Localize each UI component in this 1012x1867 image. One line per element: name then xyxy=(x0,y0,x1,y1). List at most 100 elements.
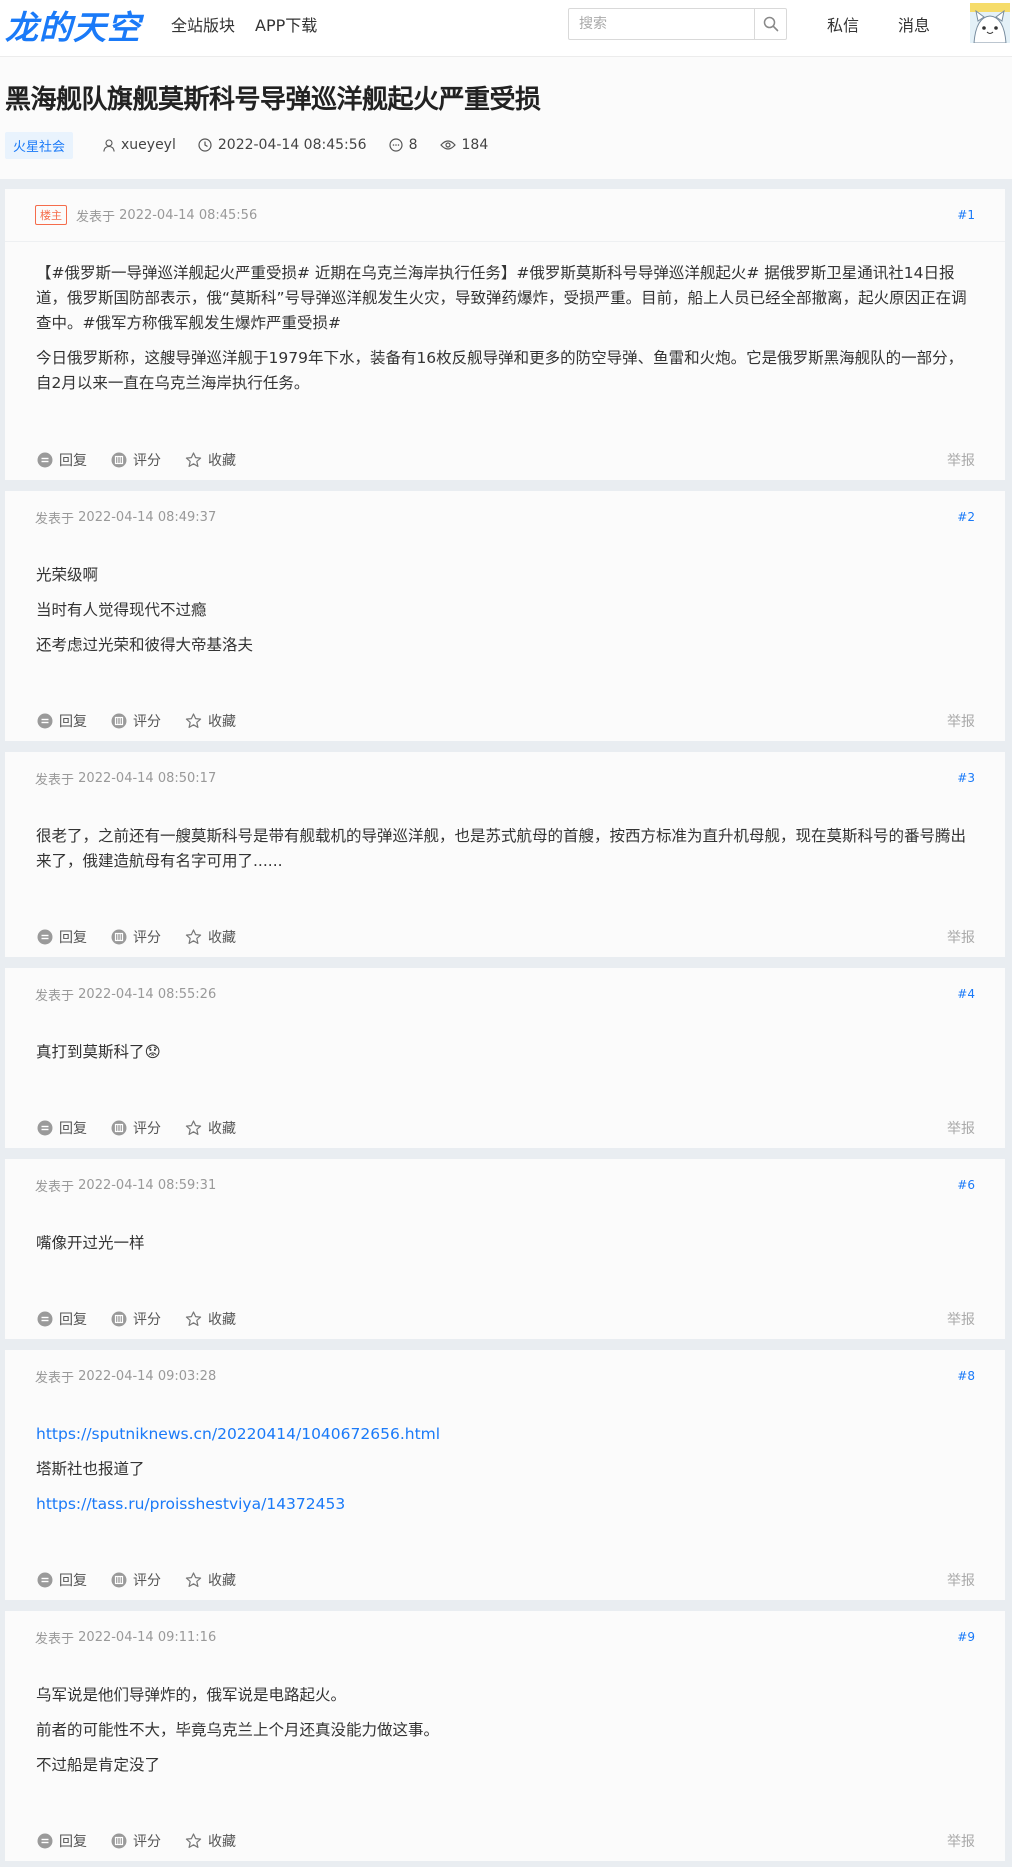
report-button[interactable]: 举报 xyxy=(947,450,975,470)
notifications-link[interactable]: 消息 xyxy=(898,12,930,36)
category-tag[interactable]: 火星社会 xyxy=(5,131,74,159)
star-icon xyxy=(185,452,202,467)
floor-number[interactable]: #8 xyxy=(957,1369,975,1383)
post-time: 2022-04-14 09:11:16 xyxy=(78,1629,217,1645)
rate-button[interactable]: 评分 xyxy=(111,1118,161,1138)
favorite-label: 收藏 xyxy=(208,930,236,946)
post-card: 楼主 发表于 2022-04-14 08:45:56 #1 【#俄罗斯一导弹巡洋舰起火… xyxy=(5,189,1005,480)
post-time-info: 2022-04-14 08:45:56 xyxy=(198,137,367,153)
favorite-button[interactable]: 收藏 xyxy=(185,1831,236,1851)
post-paragraph: 前者的可能性不大，毕竟乌克兰上个月还真没能力做这事。 xyxy=(36,1721,440,1739)
report-button[interactable]: 举报 xyxy=(947,1831,975,1851)
post-time-prefix: 发表于 xyxy=(35,511,75,527)
favorite-button[interactable]: 收藏 xyxy=(185,711,236,731)
reply-button[interactable]: 回复 xyxy=(37,927,87,947)
post-paragraph: 光荣级啊 xyxy=(36,566,99,584)
search-input[interactable] xyxy=(569,9,754,39)
search-button[interactable] xyxy=(754,9,786,39)
star-icon xyxy=(185,1311,202,1326)
post-header: 发表于 2022-04-14 08:55:26 #4 xyxy=(35,968,975,1020)
rate-button[interactable]: 评分 xyxy=(111,1570,161,1590)
reply-label: 回复 xyxy=(59,1573,87,1589)
rate-button[interactable]: 评分 xyxy=(111,927,161,947)
post-link[interactable]: https://tass.ru/proisshestviya/14372453 xyxy=(36,1495,345,1513)
post-content: 嘴像开过光一样 xyxy=(36,1231,975,1266)
comment-icon xyxy=(388,138,403,152)
rate-button[interactable]: 评分 xyxy=(111,711,161,731)
report-button[interactable]: 举报 xyxy=(947,1118,975,1138)
post-time-prefix: 发表于 xyxy=(35,772,75,788)
rate-button[interactable]: 评分 xyxy=(111,450,161,470)
reply-button[interactable]: 回复 xyxy=(37,1570,87,1590)
reply-label: 回复 xyxy=(59,1834,87,1850)
post-content: 【#俄罗斯一导弹巡洋舰起火严重受损# 近期在乌克兰海岸执行任务】#俄罗斯莫斯科号… xyxy=(36,261,975,406)
favorite-button[interactable]: 收藏 xyxy=(185,1570,236,1590)
favorite-button[interactable]: 收藏 xyxy=(185,927,236,947)
report-button[interactable]: 举报 xyxy=(947,927,975,947)
reply-button[interactable]: 回复 xyxy=(37,1118,87,1138)
reply-button[interactable]: 回复 xyxy=(37,1831,87,1851)
reply-icon xyxy=(37,1572,53,1588)
floor-number[interactable]: #9 xyxy=(957,1630,975,1644)
favorite-button[interactable]: 收藏 xyxy=(185,450,236,470)
rate-icon xyxy=(111,1120,127,1136)
star-icon xyxy=(185,929,202,944)
author-info[interactable]: xueyeyl xyxy=(103,137,176,153)
site-logo[interactable]: 龙的天空 xyxy=(5,1,141,49)
nav-app-download[interactable]: APP下载 xyxy=(255,12,317,36)
floor-number[interactable]: #2 xyxy=(957,510,975,524)
private-messages-link[interactable]: 私信 xyxy=(827,12,859,36)
star-icon xyxy=(185,1120,202,1135)
op-badge: 楼主 xyxy=(35,205,67,225)
reply-label: 回复 xyxy=(59,453,87,469)
post-card: 发表于 2022-04-14 09:03:28 #8 https://sputnik… xyxy=(5,1350,1005,1600)
favorite-button[interactable]: 收藏 xyxy=(185,1309,236,1329)
reply-button[interactable]: 回复 xyxy=(37,1309,87,1329)
post-time: 2022-04-14 08:45:56 xyxy=(119,207,258,223)
favorite-label: 收藏 xyxy=(208,453,236,469)
post-time-prefix: 发表于 xyxy=(35,988,75,1004)
favorite-button[interactable]: 收藏 xyxy=(185,1118,236,1138)
post-paragraph: https://tass.ru/proisshestviya/14372453 xyxy=(36,1492,975,1517)
post-header: 发表于 2022-04-14 08:50:17 #3 xyxy=(35,752,975,804)
post-paragraph: https://sputniknews.cn/20220414/10406726… xyxy=(36,1422,975,1447)
post-content: 很老了，之前还有一艘莫斯科号是带有舰载机的导弹巡洋舰，也是苏式航母的首艘，按西方… xyxy=(36,824,975,884)
post-card: 发表于 2022-04-14 08:55:26 #4 真打到莫斯科了😟 回复 评分 … xyxy=(5,968,1005,1148)
eye-icon xyxy=(439,140,456,150)
reply-icon xyxy=(37,1833,53,1849)
rate-icon xyxy=(111,1311,127,1327)
rate-icon xyxy=(111,1572,127,1588)
reply-button[interactable]: 回复 xyxy=(37,450,87,470)
floor-number[interactable]: #6 xyxy=(957,1178,975,1192)
reply-label: 回复 xyxy=(59,1121,87,1137)
post-paragraph: 真打到莫斯科了😟 xyxy=(36,1043,161,1061)
reply-button[interactable]: 回复 xyxy=(37,711,87,731)
reply-icon xyxy=(37,452,53,468)
post-header: 楼主 发表于 2022-04-14 08:45:56 #1 xyxy=(35,189,975,241)
report-button[interactable]: 举报 xyxy=(947,711,975,731)
report-button[interactable]: 举报 xyxy=(947,1309,975,1329)
thread-header: 黑海舰队旗舰莫斯科号导弹巡洋舰起火严重受损 火星社会 xueyeyl 2022-… xyxy=(0,57,1012,179)
report-button[interactable]: 举报 xyxy=(947,1570,975,1590)
search-icon xyxy=(763,16,778,32)
floor-number[interactable]: #3 xyxy=(957,771,975,785)
floor-number[interactable]: #1 xyxy=(957,208,975,222)
user-avatar[interactable] xyxy=(970,3,1010,43)
rate-label: 评分 xyxy=(133,1834,161,1850)
floor-number[interactable]: #4 xyxy=(957,987,975,1001)
post-time: 2022-04-14 08:50:17 xyxy=(78,770,217,786)
post-link[interactable]: https://sputniknews.cn/20220414/10406726… xyxy=(36,1425,440,1443)
post-time: 2022-04-14 08:59:31 xyxy=(78,1177,217,1193)
rate-button[interactable]: 评分 xyxy=(111,1831,161,1851)
rate-button[interactable]: 评分 xyxy=(111,1309,161,1329)
post-actions: 回复 评分 收藏 举报 xyxy=(37,1570,975,1590)
reply-label: 回复 xyxy=(59,930,87,946)
rate-label: 评分 xyxy=(133,1121,161,1137)
post-paragraph: 乌军说是他们导弹炸的，俄军说是电路起火。 xyxy=(36,1686,347,1704)
rate-icon xyxy=(111,452,127,468)
post-actions: 回复 评分 收藏 举报 xyxy=(37,1309,975,1329)
nav-all-boards[interactable]: 全站版块 xyxy=(171,12,235,36)
post-paragraph: 不过船是肯定没了 xyxy=(36,1756,161,1774)
post-header: 发表于 2022-04-14 08:59:31 #6 xyxy=(35,1159,975,1211)
favorite-label: 收藏 xyxy=(208,1312,236,1328)
